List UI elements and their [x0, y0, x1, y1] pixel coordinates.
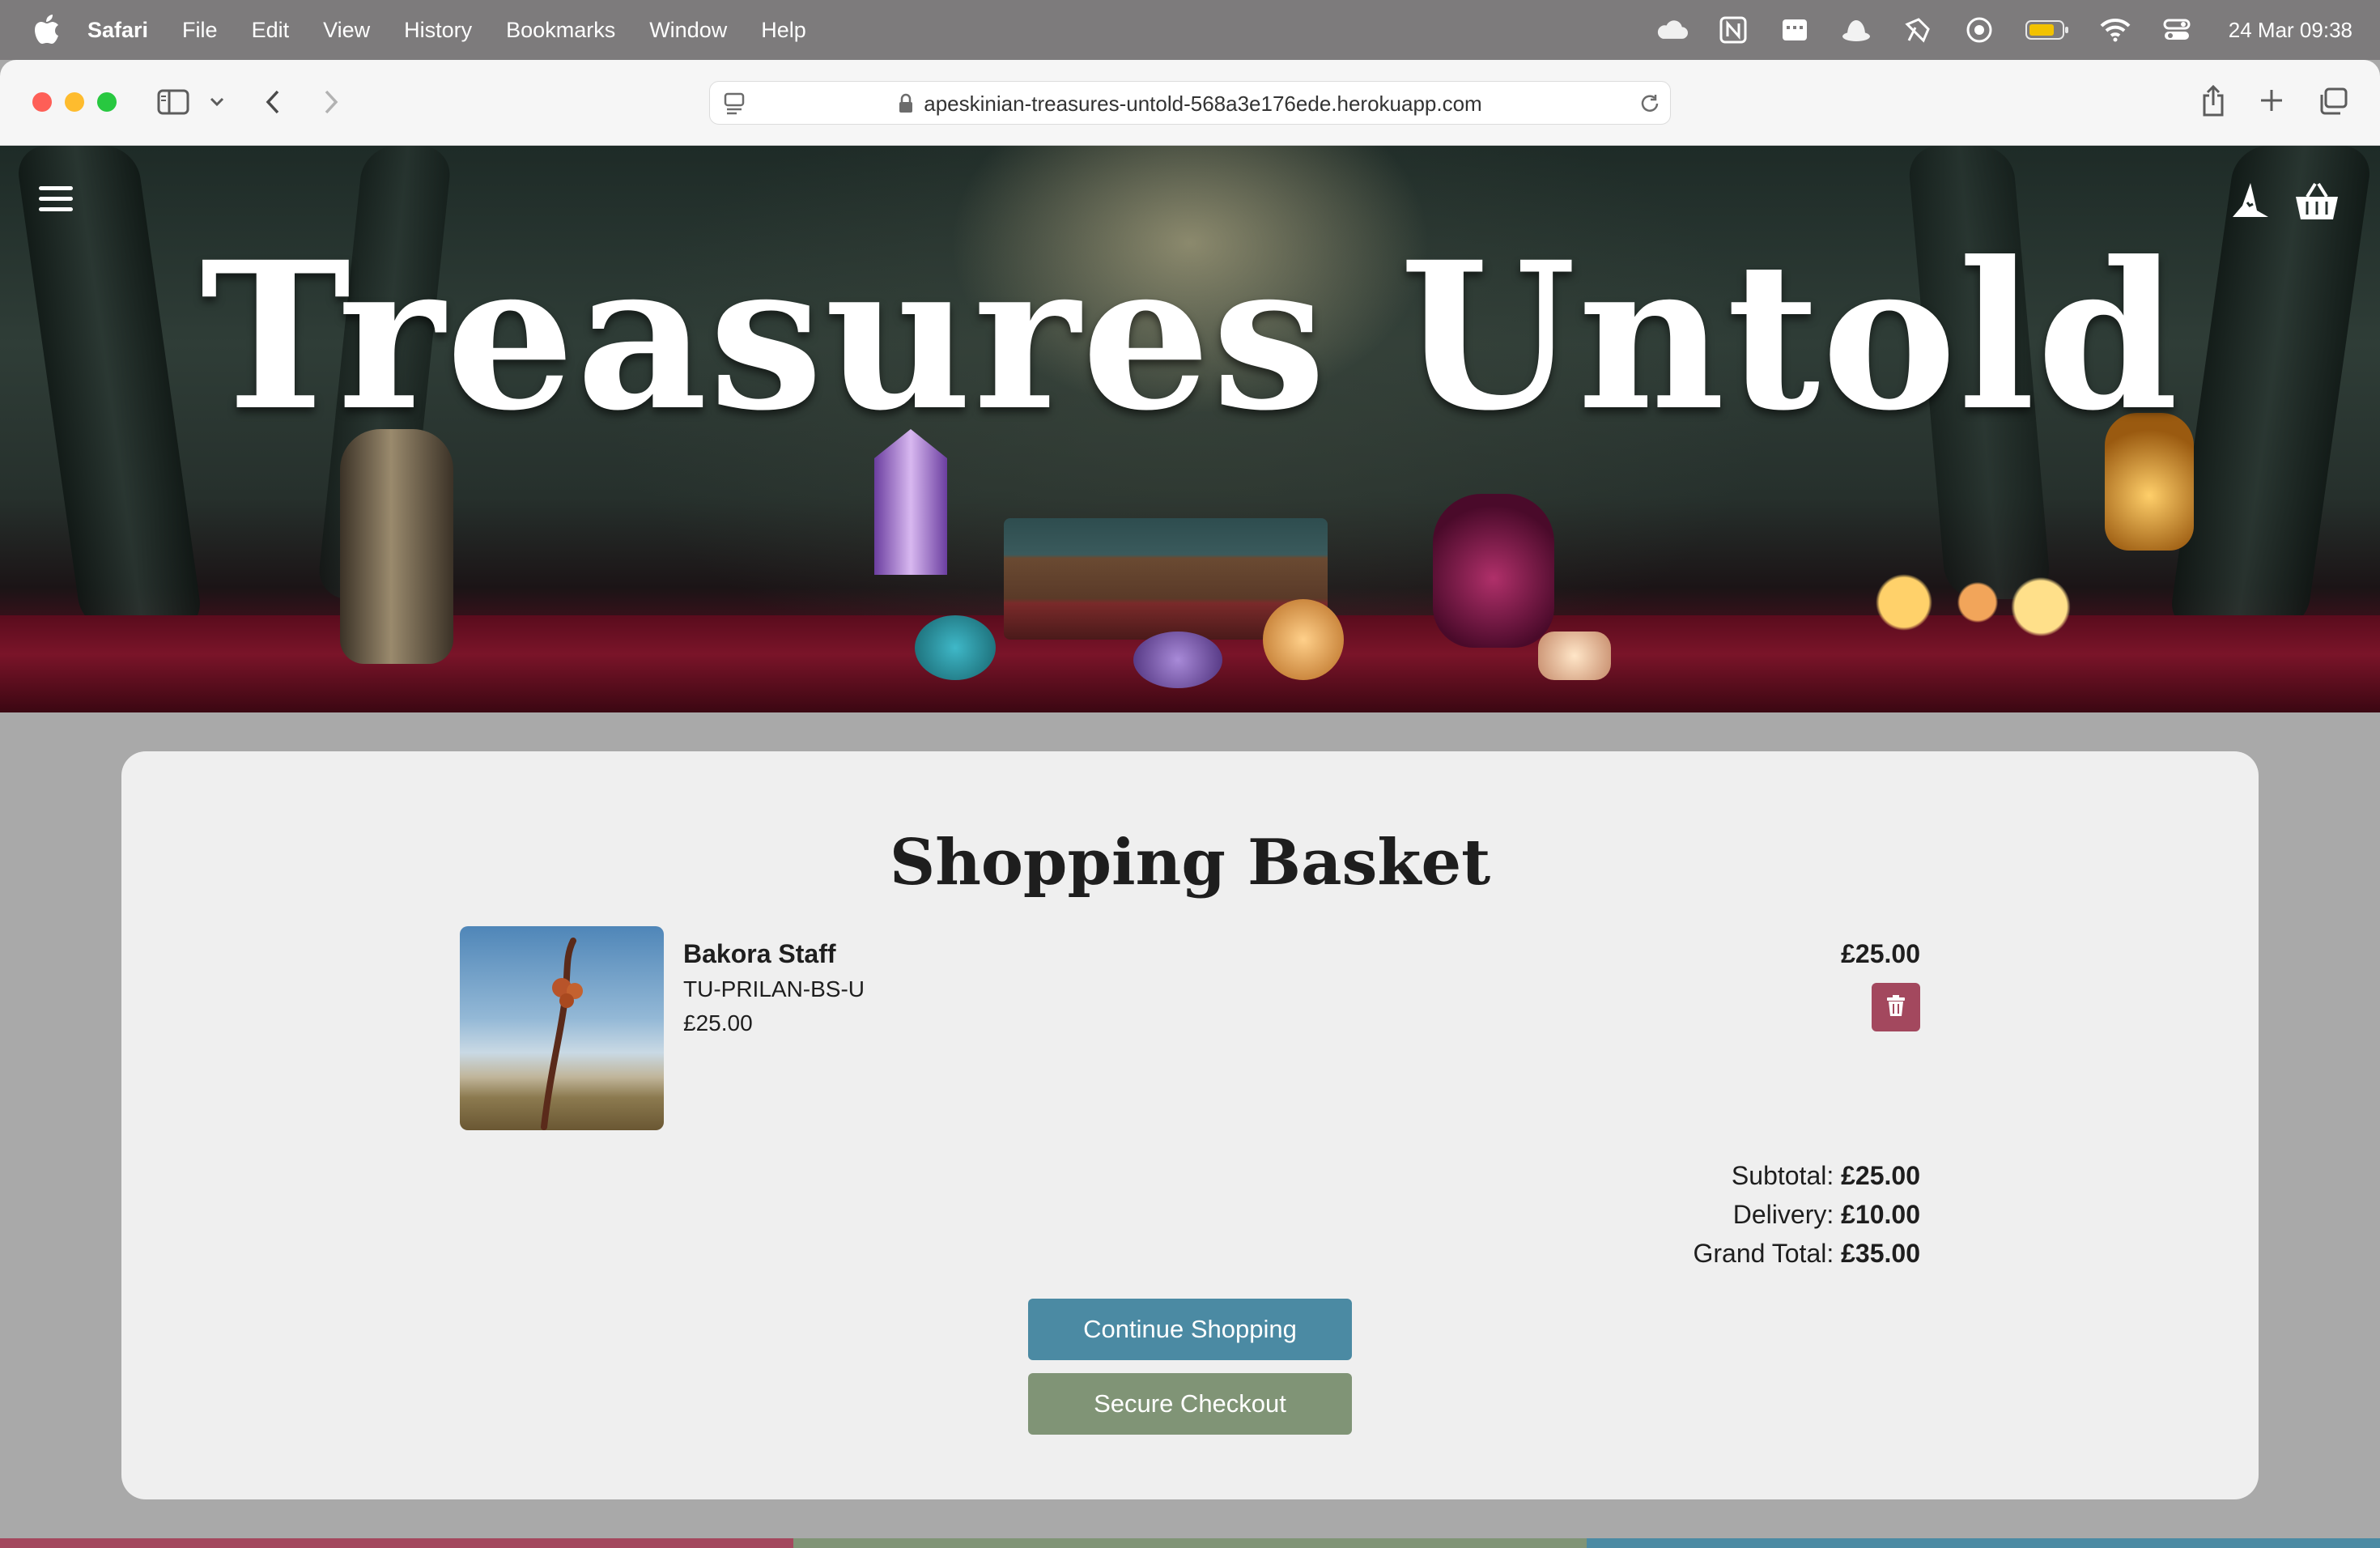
lock-icon — [898, 93, 914, 114]
page-title: Shopping Basket — [889, 826, 1491, 899]
subtotal-label: Subtotal: — [1731, 1161, 1834, 1190]
back-icon[interactable] — [259, 86, 287, 118]
browser-toolbar: apeskinian-treasures-untold-568a3e176ede… — [0, 60, 2380, 146]
gem-icon — [915, 615, 996, 680]
grand-total-value: £35.00 — [1841, 1239, 1920, 1268]
basket-icon[interactable] — [2294, 178, 2340, 223]
candle-icon — [1538, 632, 1611, 680]
order-totals: Subtotal: £25.00 Delivery: £10.00 Grand … — [1694, 1156, 1921, 1273]
menu-file[interactable]: File — [182, 18, 218, 43]
chevron-down-icon[interactable] — [207, 92, 227, 112]
subtotal-row: Subtotal: £25.00 — [1694, 1156, 1920, 1195]
footer-stripe — [0, 1538, 2380, 1548]
menu-window[interactable]: Window — [649, 18, 727, 43]
new-tab-icon[interactable] — [2257, 86, 2286, 115]
grand-total-row: Grand Total: £35.00 — [1694, 1234, 1921, 1273]
zoom-window-button[interactable] — [97, 92, 117, 112]
product-price: £25.00 — [683, 1010, 753, 1036]
product-name[interactable]: Bakora Staff — [683, 939, 836, 969]
gem-icon — [1263, 599, 1344, 680]
grand-total-label: Grand Total: — [1693, 1239, 1834, 1268]
secure-checkout-button[interactable]: Secure Checkout — [1028, 1373, 1352, 1435]
menu-clock[interactable]: 24 Mar 09:38 — [2229, 18, 2352, 43]
tool-icon[interactable] — [1902, 14, 1934, 46]
record-icon[interactable] — [1963, 14, 1995, 46]
tab-overview-icon[interactable] — [2317, 86, 2349, 117]
cloud-icon[interactable] — [1655, 14, 1688, 46]
notion-icon[interactable] — [1717, 14, 1749, 46]
footer-stripe-blue — [1587, 1538, 2380, 1548]
menu-view[interactable]: View — [323, 18, 370, 43]
remove-item-button[interactable] — [1872, 983, 1920, 1031]
potion-icon — [1433, 494, 1554, 648]
wifi-icon[interactable] — [2099, 14, 2131, 46]
menu-history[interactable]: History — [404, 18, 472, 43]
minimize-window-button[interactable] — [65, 92, 84, 112]
menu-bookmarks[interactable]: Bookmarks — [506, 18, 615, 43]
address-bar[interactable]: apeskinian-treasures-untold-568a3e176ede… — [709, 81, 1671, 125]
site-title[interactable]: Treasures Untold — [0, 235, 2380, 437]
status-area: 24 Mar 09:38 — [1655, 0, 2352, 60]
control-center-icon[interactable] — [2161, 14, 2193, 46]
gem-icon — [1133, 632, 1222, 688]
forward-icon[interactable] — [317, 86, 345, 118]
battery-icon — [2025, 14, 2070, 46]
hero-banner: Treasures Untold — [0, 146, 2380, 712]
reload-icon[interactable] — [1638, 92, 1662, 115]
menu-edit[interactable]: Edit — [252, 18, 290, 43]
delivery-label: Delivery: — [1732, 1200, 1834, 1229]
wizard-hat-account-icon[interactable] — [2228, 178, 2273, 223]
apple-icon[interactable] — [32, 14, 62, 46]
trash-icon — [1886, 994, 1906, 1021]
calendar-icon[interactable] — [1779, 14, 1811, 46]
subtotal-value: £25.00 — [1841, 1161, 1920, 1190]
footer-stripe-red — [0, 1538, 793, 1548]
jug-icon — [340, 429, 453, 664]
hat-icon[interactable] — [1840, 14, 1872, 46]
basket-card: Shopping Basket Bakora Staff TU-PRILAN-B… — [121, 751, 2259, 1499]
continue-shopping-button[interactable]: Continue Shopping — [1028, 1299, 1352, 1360]
share-icon[interactable] — [2199, 83, 2228, 118]
product-image[interactable] — [460, 926, 664, 1130]
close-window-button[interactable] — [32, 92, 52, 112]
hamburger-menu-icon[interactable] — [39, 186, 73, 215]
product-sku: TU-PRILAN-BS-U — [683, 976, 865, 1002]
url-text: apeskinian-treasures-untold-568a3e176ede… — [924, 91, 1482, 116]
url-display: apeskinian-treasures-untold-568a3e176ede… — [710, 82, 1670, 125]
delivery-row: Delivery: £10.00 — [1694, 1195, 1920, 1234]
menu-bar: Safari File Edit View History Bookmarks … — [0, 0, 2380, 60]
line-total: £25.00 — [1841, 939, 1920, 968]
menu-app-safari[interactable]: Safari — [87, 18, 148, 43]
glasses-icon — [1862, 567, 2072, 656]
footer-stripe-green — [793, 1538, 1587, 1548]
sidebar-toggle-icon[interactable] — [155, 87, 191, 117]
menu-help[interactable]: Help — [761, 18, 806, 43]
delivery-value: £10.00 — [1841, 1200, 1920, 1229]
